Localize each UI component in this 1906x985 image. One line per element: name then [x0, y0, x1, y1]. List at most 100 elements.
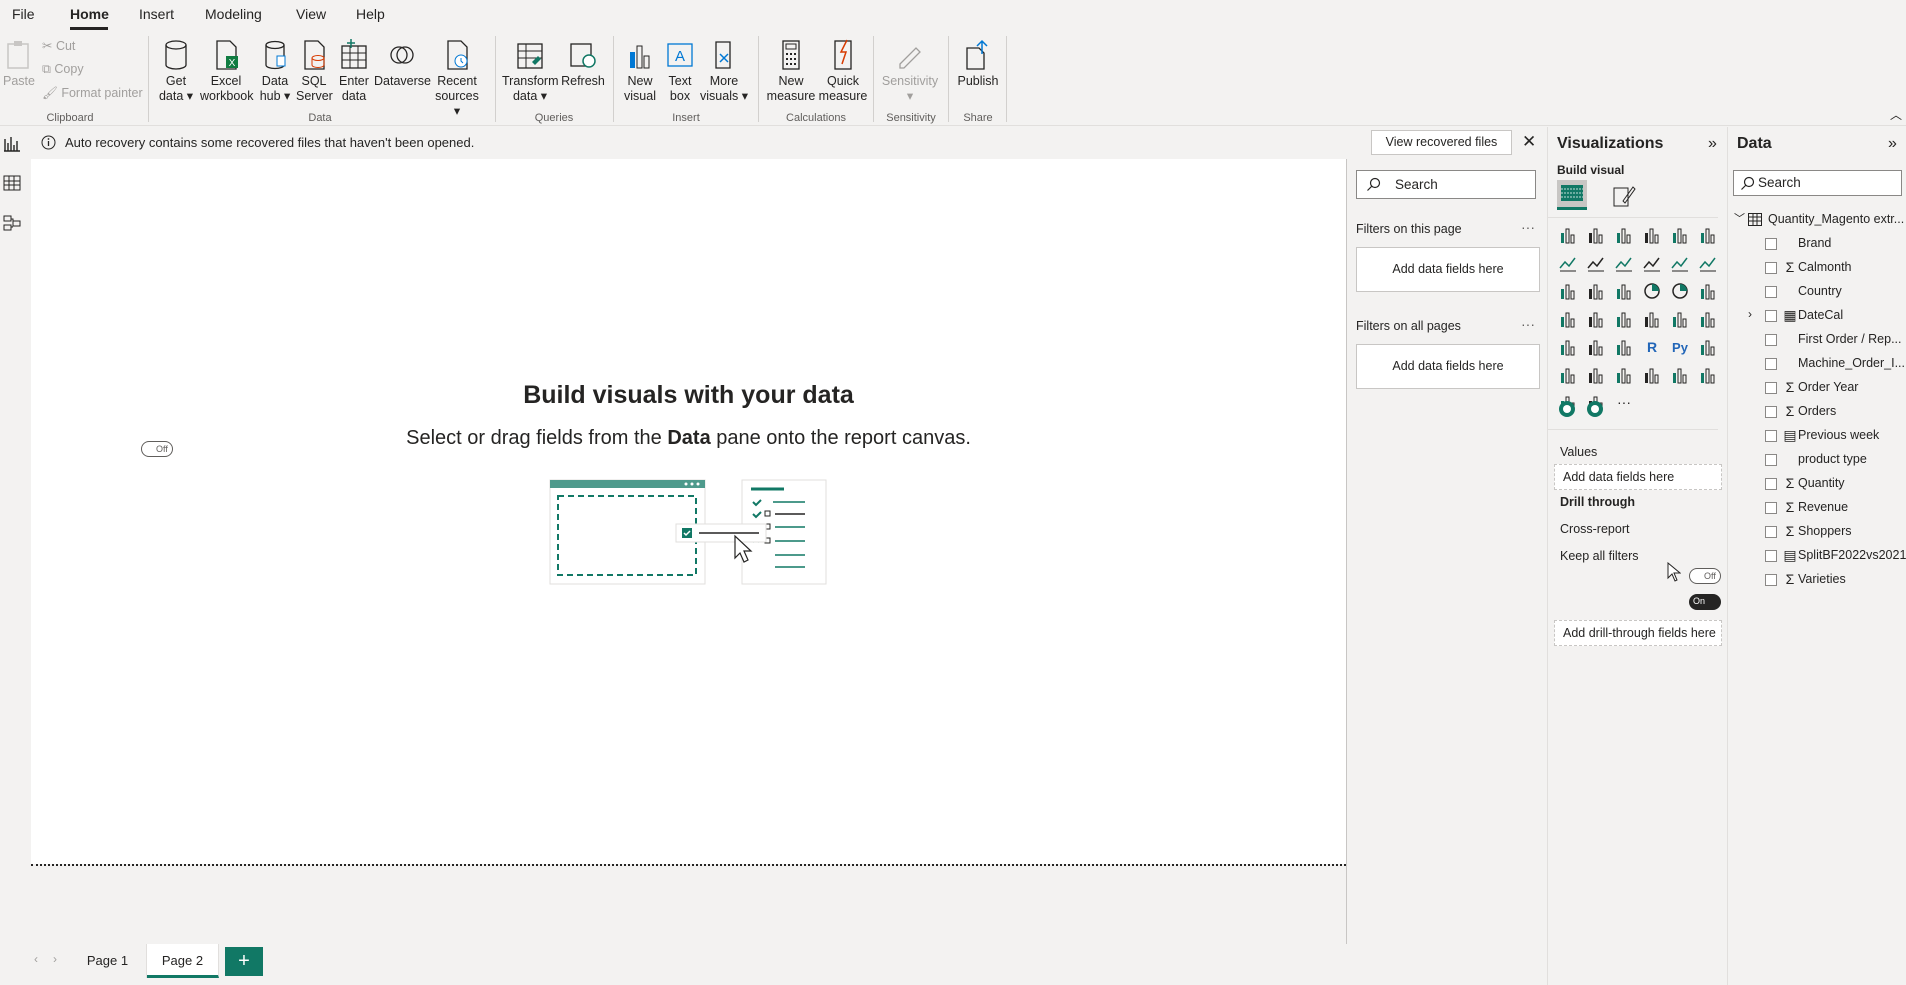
field-checkbox[interactable] [1765, 430, 1777, 442]
field-checkbox[interactable] [1765, 454, 1777, 466]
field-checkbox[interactable] [1765, 238, 1777, 250]
view-recovered-files-button[interactable]: View recovered files [1371, 130, 1512, 155]
collapse-data-icon[interactable]: » [1888, 135, 1897, 153]
publish-button[interactable]: Publish [954, 38, 1002, 89]
python-visual-icon[interactable]: Py [1670, 337, 1690, 357]
report-canvas[interactable]: Build visuals with your data Select or d… [31, 159, 1346, 864]
field-checkbox[interactable] [1765, 526, 1777, 538]
model-view-icon[interactable] [3, 214, 21, 232]
100-stacked-column-chart-icon[interactable] [1698, 225, 1718, 245]
treemap-icon[interactable] [1698, 281, 1718, 301]
field-item[interactable]: Σ Orders [1728, 400, 1906, 424]
cross-report-toggle[interactable]: Off [141, 441, 173, 457]
page-tab-2[interactable]: Page 2 [147, 944, 219, 978]
custom-visual-icon[interactable] [1557, 398, 1607, 420]
stacked-column-chart-icon[interactable] [1586, 225, 1606, 245]
drill-through-drop-zone[interactable]: Add drill-through fields here [1554, 620, 1722, 646]
area-chart-icon[interactable] [1586, 253, 1606, 273]
field-checkbox[interactable] [1765, 358, 1777, 370]
cross-report-toggle-visual[interactable]: Off [1689, 568, 1721, 584]
card-icon[interactable] [1642, 309, 1662, 329]
decomposition-tree-icon[interactable] [1558, 365, 1578, 385]
field-checkbox[interactable] [1765, 262, 1777, 274]
get-data-button[interactable]: Get data ▾ [156, 38, 196, 104]
chevron-right-icon[interactable]: › [53, 952, 57, 966]
more-visuals-button[interactable]: More visuals ▾ [700, 38, 748, 104]
table-view-icon[interactable] [3, 174, 21, 192]
filters-page-drop-zone[interactable]: Add data fields here [1356, 247, 1540, 292]
enter-data-button[interactable]: Enter data [336, 38, 372, 104]
power-apps-icon[interactable] [1698, 365, 1718, 385]
format-painter-button[interactable]: 🖌 Format painter [42, 86, 143, 101]
collapse-visualizations-icon[interactable]: » [1708, 135, 1717, 153]
text-box-button[interactable]: A Text box [662, 38, 698, 104]
field-item[interactable]: Σ Quantity [1728, 472, 1906, 496]
close-icon[interactable]: ✕ [1522, 132, 1536, 152]
menu-help[interactable]: Help [356, 6, 385, 22]
field-item[interactable]: Σ Shoppers [1728, 520, 1906, 544]
menu-view[interactable]: View [296, 6, 326, 22]
matrix-icon[interactable] [1614, 337, 1634, 357]
recent-sources-button[interactable]: Recent sources ▾ [432, 38, 482, 119]
data-search-input[interactable]: Search [1733, 170, 1902, 196]
funnel-chart-icon[interactable] [1586, 281, 1606, 301]
excel-workbook-button[interactable]: X Excel workbook [200, 38, 254, 104]
100-stacked-bar-chart-icon[interactable] [1670, 225, 1690, 245]
page-tab-1[interactable]: Page 1 [69, 944, 147, 978]
field-checkbox[interactable] [1765, 550, 1777, 562]
transform-data-button[interactable]: Transform data ▾ [502, 38, 559, 104]
chevron-right-icon[interactable]: › [1748, 307, 1752, 321]
add-page-button[interactable]: + [225, 947, 263, 976]
more-options-icon[interactable]: ··· [1521, 316, 1535, 332]
menu-modeling[interactable]: Modeling [205, 6, 262, 22]
format-visual-icon[interactable] [1611, 183, 1637, 209]
field-item[interactable]: First Order / Rep... [1728, 328, 1906, 352]
donut-chart-icon[interactable] [1670, 281, 1690, 301]
filters-all-pages-drop-zone[interactable]: Add data fields here [1356, 344, 1540, 389]
filters-search-input[interactable]: Search [1356, 170, 1536, 199]
field-checkbox[interactable] [1765, 478, 1777, 490]
values-drop-zone[interactable]: Add data fields here [1554, 464, 1722, 490]
key-influencers-icon[interactable] [1698, 337, 1718, 357]
field-item[interactable]: Σ Order Year [1728, 376, 1906, 400]
field-checkbox[interactable] [1765, 286, 1777, 298]
qa-visual-icon[interactable] [1586, 365, 1606, 385]
stacked-area-chart-icon[interactable] [1614, 253, 1634, 273]
field-checkbox[interactable] [1765, 574, 1777, 586]
field-checkbox[interactable] [1765, 310, 1777, 322]
field-item[interactable]: Σ Calmonth [1728, 256, 1906, 280]
field-item[interactable]: Σ Varieties [1728, 568, 1906, 592]
clustered-column-chart-icon[interactable] [1642, 225, 1662, 245]
cut-button[interactable]: ✂ Cut [42, 38, 75, 53]
table-icon[interactable] [1586, 337, 1606, 357]
kpi-icon[interactable] [1698, 309, 1718, 329]
menu-home[interactable]: Home [70, 6, 109, 22]
paste-button[interactable]: Paste [3, 38, 35, 89]
menu-file[interactable]: File [12, 6, 35, 22]
line-chart-icon[interactable] [1558, 253, 1578, 273]
dataverse-button[interactable]: Dataverse [374, 38, 431, 89]
field-item[interactable]: Brand [1728, 232, 1906, 256]
build-visual-tab[interactable] [1557, 180, 1587, 210]
ribbon-chart-icon[interactable] [1698, 253, 1718, 273]
field-item[interactable]: Machine_Order_I... [1728, 352, 1906, 376]
field-item[interactable]: Σ Revenue [1728, 496, 1906, 520]
field-item[interactable]: product type [1728, 448, 1906, 472]
sql-server-button[interactable]: SQL Server [296, 38, 333, 104]
refresh-button[interactable]: Refresh [561, 38, 605, 89]
pie-chart-icon[interactable] [1642, 281, 1662, 301]
field-checkbox[interactable] [1765, 382, 1777, 394]
line-clustered-column-chart-icon[interactable] [1670, 253, 1690, 273]
smart-narrative-icon[interactable] [1614, 365, 1634, 385]
keep-all-filters-toggle[interactable]: On [1689, 594, 1721, 610]
sensitivity-button[interactable]: Sensitivity ▾ [880, 38, 940, 104]
collapse-ribbon-icon[interactable]: ︿ [1890, 106, 1902, 123]
stacked-bar-chart-icon[interactable] [1558, 225, 1578, 245]
multi-row-card-icon[interactable] [1670, 309, 1690, 329]
field-checkbox[interactable] [1765, 406, 1777, 418]
metrics-icon[interactable] [1642, 365, 1662, 385]
quick-measure-button[interactable]: Quick measure [818, 38, 868, 104]
report-view-icon[interactable] [3, 135, 21, 153]
field-checkbox[interactable] [1765, 502, 1777, 514]
gauge-icon[interactable] [1614, 309, 1634, 329]
